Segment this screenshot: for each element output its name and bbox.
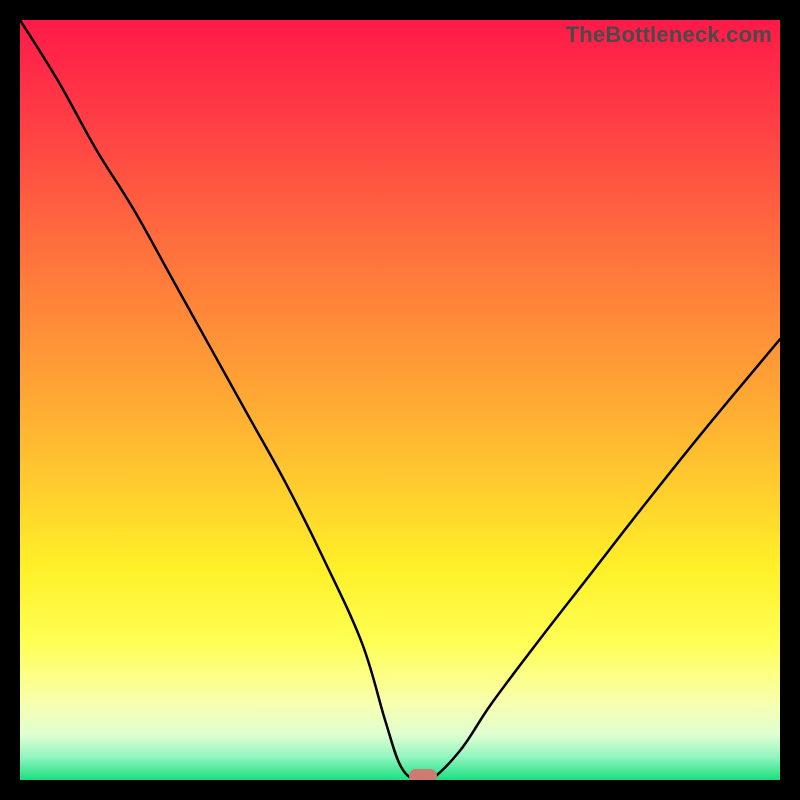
bottleneck-curve: [20, 20, 780, 780]
optimal-point-marker: [409, 769, 437, 780]
chart-frame: TheBottleneck.com: [0, 0, 800, 800]
watermark-text: TheBottleneck.com: [566, 22, 772, 48]
plot-area: TheBottleneck.com: [20, 20, 780, 780]
